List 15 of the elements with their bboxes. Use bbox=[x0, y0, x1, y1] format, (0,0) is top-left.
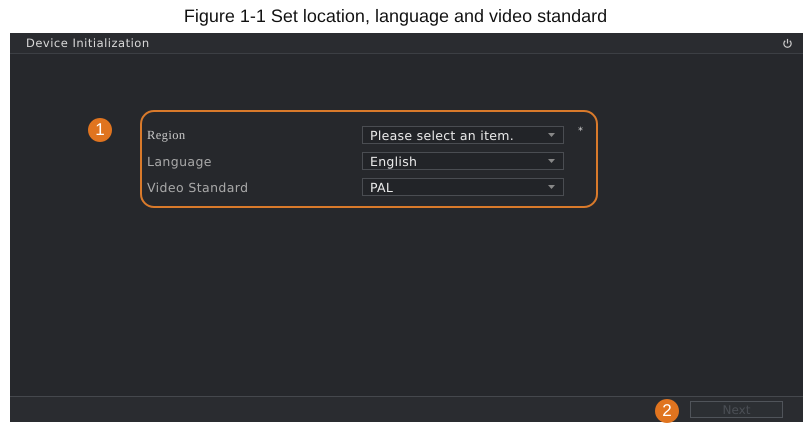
field-label: Language bbox=[147, 154, 213, 168]
caret-icon bbox=[548, 185, 555, 189]
window-title: Device Initialization bbox=[26, 36, 150, 50]
caret-icon bbox=[548, 133, 555, 137]
callout-marker: 2 bbox=[655, 399, 679, 423]
dropdown[interactable]: PAL bbox=[362, 178, 564, 196]
required-mark: * bbox=[578, 126, 583, 137]
dropdown[interactable]: Please select an item. bbox=[362, 126, 564, 144]
caret-icon bbox=[548, 159, 555, 163]
dropdown[interactable]: English bbox=[362, 152, 564, 170]
field-label: Region bbox=[147, 128, 187, 142]
callout-marker: 1 bbox=[88, 118, 112, 142]
power-icon[interactable] bbox=[782, 38, 793, 48]
field-label: Video Standard bbox=[147, 180, 250, 194]
figure-caption: Figure 1-1 Set location, language and video standard bbox=[182, 5, 608, 28]
